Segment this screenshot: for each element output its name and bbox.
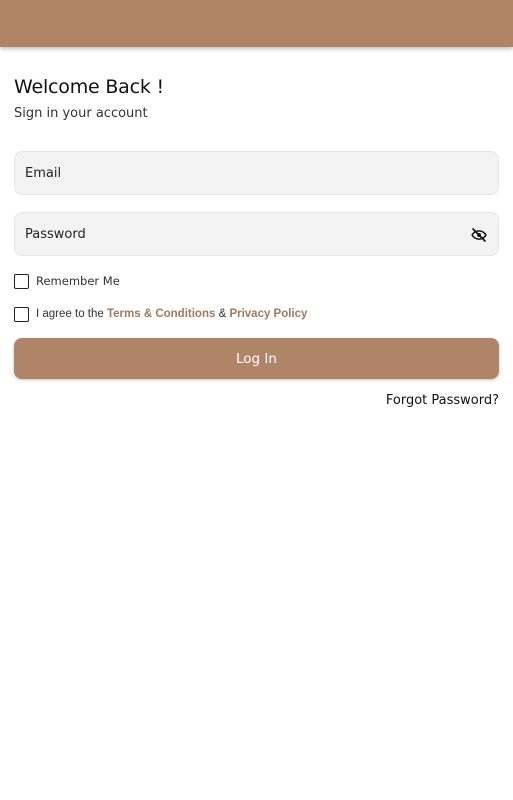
password-field-container bbox=[14, 212, 499, 256]
email-field-container bbox=[14, 151, 499, 195]
eye-off-icon[interactable] bbox=[470, 226, 488, 244]
email-field[interactable] bbox=[15, 152, 498, 194]
agree-terms-checkbox[interactable] bbox=[14, 306, 29, 322]
app-bar bbox=[0, 0, 513, 47]
page-title: Welcome Back ! bbox=[14, 76, 164, 98]
remember-me-label: Remember Me bbox=[36, 274, 120, 288]
password-field[interactable] bbox=[15, 213, 498, 255]
page-subtitle: Sign in your account bbox=[14, 106, 148, 121]
remember-me-checkbox[interactable] bbox=[14, 273, 29, 289]
login-button[interactable]: Log In bbox=[14, 338, 499, 379]
agree-conjunction: & bbox=[215, 308, 230, 320]
agree-prefix: I agree to the bbox=[36, 308, 107, 320]
forgot-password-link[interactable]: Forgot Password? bbox=[386, 393, 499, 408]
terms-conditions-link[interactable]: Terms & Conditions bbox=[107, 308, 215, 320]
agree-terms-text: I agree to the Terms & Conditions & Priv… bbox=[36, 308, 307, 320]
privacy-policy-link[interactable]: Privacy Policy bbox=[229, 308, 307, 320]
remember-me-row: Remember Me bbox=[14, 273, 120, 289]
agree-terms-row: I agree to the Terms & Conditions & Priv… bbox=[14, 306, 307, 322]
